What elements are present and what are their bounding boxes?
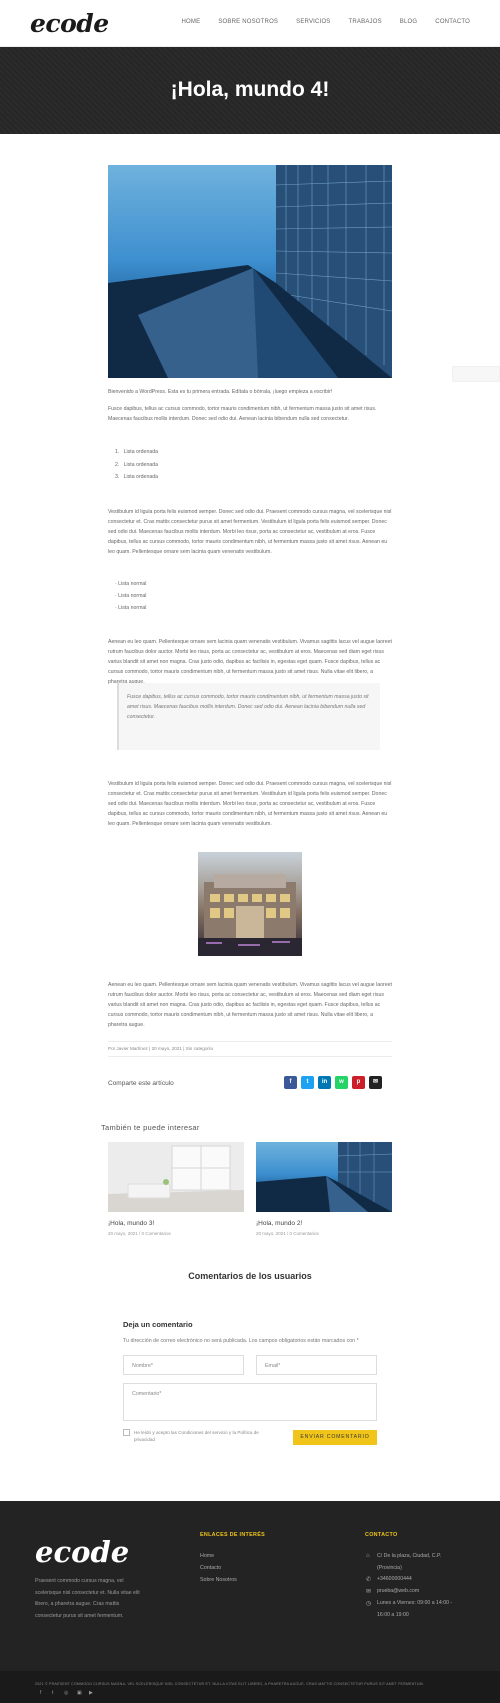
linkedin-icon[interactable]: ▣ bbox=[77, 1690, 82, 1696]
related-post-meta: 20 mayo, 2021 / 0 Comentarios bbox=[256, 1231, 319, 1236]
linkedin-icon[interactable]: in bbox=[318, 1076, 331, 1089]
divider bbox=[108, 1041, 392, 1042]
clock-icon: ◷ bbox=[366, 1601, 372, 1607]
blockquote: Fusce dapibus, tellus ac cursus commodo,… bbox=[117, 683, 380, 750]
facebook-icon[interactable]: f bbox=[284, 1076, 297, 1089]
email-icon[interactable]: ✉ bbox=[369, 1076, 382, 1089]
page-title: ¡Hola, mundo 4! bbox=[170, 78, 330, 101]
nav-item-contact[interactable]: CONTACTO bbox=[435, 19, 470, 25]
related-post-meta: 20 mayo, 2021 / 0 Comentarios bbox=[108, 1231, 171, 1236]
paragraph-5: Aenean eu leo quam. Pellentesque ornare … bbox=[108, 982, 392, 1028]
pinterest-icon[interactable]: p bbox=[352, 1076, 365, 1089]
comments-title: Comentarios de los usuarios bbox=[188, 1271, 312, 1281]
side-tab[interactable] bbox=[452, 366, 500, 382]
paragraph-3: Aenean eu leo quam. Pellentesque ornare … bbox=[108, 639, 392, 685]
paragraph-1: Fusce dapibus, tellus ac cursus commodo,… bbox=[108, 406, 377, 422]
footer-contact-heading: CONTACTO bbox=[365, 1532, 398, 1538]
divider bbox=[108, 1056, 392, 1057]
twitter-icon[interactable]: t bbox=[52, 1690, 53, 1696]
related-post-title[interactable]: ¡Hola, mundo 2! bbox=[256, 1220, 302, 1227]
comment-textarea[interactable]: Comentario* bbox=[123, 1383, 377, 1421]
paragraph-4: Vestibulum id ligula porta felis euismod… bbox=[108, 781, 392, 827]
comment-placeholder: Comentario* bbox=[132, 1391, 162, 1397]
related-post-image[interactable] bbox=[108, 1142, 244, 1212]
email-placeholder: Email* bbox=[265, 1363, 281, 1369]
featured-image bbox=[108, 165, 392, 378]
ordered-list-item: 2. Lista ordenada bbox=[115, 462, 158, 468]
email-field[interactable]: Email* bbox=[256, 1355, 377, 1375]
footer-about: Praesent commodo cursus magna, vel scele… bbox=[35, 1578, 140, 1619]
youtube-icon[interactable]: ▶ bbox=[89, 1690, 93, 1696]
consent-label: He leído y acepto las Condiciones del se… bbox=[134, 1430, 259, 1442]
footer-links-heading: ENLACES DE INTERÉS bbox=[200, 1532, 266, 1538]
copyright: 2021 © PRAESENT COMMODO CURSUS MAGNA, VE… bbox=[35, 1682, 425, 1686]
instagram-icon[interactable]: ◎ bbox=[64, 1690, 68, 1696]
related-post-image[interactable] bbox=[256, 1142, 392, 1212]
related-heading: También te puede interesar bbox=[101, 1123, 200, 1132]
post-meta: Por Javier Martínez | 20 mayo, 2021 | Si… bbox=[108, 1046, 213, 1051]
nav-item-services[interactable]: SERVICIOS bbox=[296, 19, 330, 25]
building-image bbox=[198, 852, 302, 956]
related-post-title[interactable]: ¡Hola, mundo 3! bbox=[108, 1220, 154, 1227]
footer-address-line1: C/ De la plaza, Ciudad, C.P. bbox=[377, 1553, 442, 1559]
site-logo[interactable]: ecode bbox=[30, 9, 109, 38]
reply-note: Tu dirección de correo electrónico no se… bbox=[123, 1338, 359, 1344]
footer-hours-line1: Lunes a Viernes: 09:00 a 14:00 - bbox=[377, 1600, 453, 1606]
nav-item-blog[interactable]: BLOG bbox=[400, 19, 417, 25]
consent-checkbox[interactable] bbox=[123, 1429, 130, 1436]
footer-address-line2: (Provincia) bbox=[377, 1565, 402, 1571]
main-nav: HOME SOBRE NOSOTROS SERVICIOS TRABAJOS B… bbox=[164, 19, 470, 25]
nav-item-works[interactable]: TRABAJOS bbox=[349, 19, 382, 25]
unordered-list-item: · Lista normal bbox=[115, 581, 147, 587]
footer-link-home[interactable]: Home bbox=[200, 1553, 214, 1559]
footer-link-contact[interactable]: Contacto bbox=[200, 1565, 221, 1571]
twitter-icon[interactable]: t bbox=[301, 1076, 314, 1089]
footer-hours-line2: 16:00 a 19:00 bbox=[377, 1612, 409, 1618]
facebook-icon[interactable]: f bbox=[40, 1690, 41, 1696]
footer-phone[interactable]: +34600000444 bbox=[377, 1574, 412, 1586]
name-placeholder: Nombre* bbox=[132, 1363, 153, 1369]
email-icon: ✉ bbox=[366, 1589, 372, 1595]
unordered-list-item: · Lista normal bbox=[115, 605, 147, 611]
intro-paragraph: Bienvenido a WordPress. Esta es tu prime… bbox=[108, 389, 333, 395]
footer-email[interactable]: prueba@web.com bbox=[377, 1586, 419, 1598]
ordered-list-item: 1. Lista ordenada bbox=[115, 449, 158, 455]
footer-logo[interactable]: ecode bbox=[35, 1535, 129, 1569]
page-hero: ¡Hola, mundo 4! bbox=[0, 47, 500, 134]
footer-link-about[interactable]: Sobre Nosotros bbox=[200, 1577, 237, 1583]
ordered-list-item: 3. Lista ordenada bbox=[115, 474, 158, 480]
nav-item-home[interactable]: HOME bbox=[182, 19, 201, 25]
paragraph-2: Vestibulum id ligula porta felis euismod… bbox=[108, 509, 392, 555]
submit-comment-button[interactable]: ENVIAR COMENTARIO bbox=[293, 1430, 377, 1445]
home-icon: ⌂ bbox=[366, 1553, 370, 1559]
unordered-list-item: · Lista normal bbox=[115, 593, 147, 599]
site-header: ecode HOME SOBRE NOSOTROS SERVICIOS TRAB… bbox=[0, 0, 500, 47]
share-label: Comparte este artículo bbox=[108, 1080, 174, 1087]
nav-item-about[interactable]: SOBRE NOSOTROS bbox=[218, 19, 278, 25]
blockquote-text: Fusce dapibus, tellus ac cursus commodo,… bbox=[127, 694, 369, 720]
phone-icon: ✆ bbox=[366, 1577, 372, 1583]
footer-bottom-bar bbox=[0, 1671, 500, 1703]
name-field[interactable]: Nombre* bbox=[123, 1355, 244, 1375]
reply-title: Deja un comentario bbox=[123, 1320, 193, 1329]
whatsapp-icon[interactable]: w bbox=[335, 1076, 348, 1089]
